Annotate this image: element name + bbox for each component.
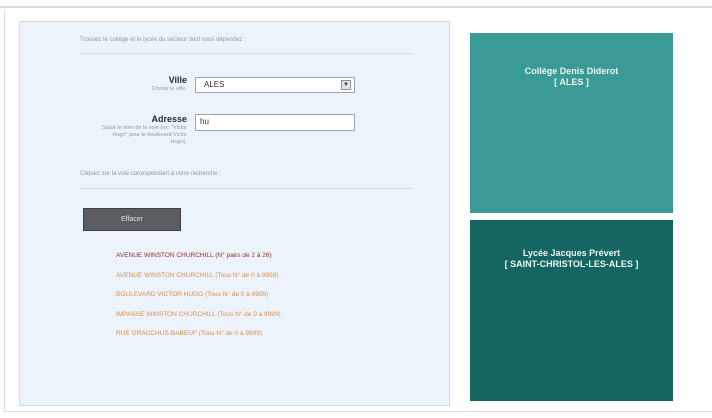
adresse-input[interactable]: hu bbox=[195, 114, 355, 131]
lycee-card: Lycée Jacques Prévert [ SAINT-CHRISTOL-L… bbox=[470, 220, 673, 401]
college-card: Collège Denis Diderot [ ALES ] bbox=[470, 33, 673, 213]
college-name: Collège Denis Diderot bbox=[524, 66, 619, 76]
separator bbox=[80, 188, 413, 189]
college-city: [ ALES ] bbox=[554, 77, 589, 87]
adresse-label-group: Adresse Saisir le nom de la voie (ex: "V… bbox=[97, 114, 187, 146]
adresse-sub-label: Saisir le nom de la voie (ex: "Victor Hu… bbox=[102, 125, 187, 145]
ville-selected-value: ALES bbox=[204, 80, 225, 89]
adresse-label: Adresse bbox=[151, 114, 187, 124]
ville-label-group: Ville Choisir la ville. bbox=[152, 75, 187, 93]
lycee-city: [ SAINT-CHRISTOL-LES-ALES ] bbox=[504, 259, 639, 269]
ville-sub-label: Choisir la ville. bbox=[151, 86, 187, 92]
separator bbox=[80, 53, 413, 54]
dropdown-arrow-icon[interactable]: ▼ bbox=[341, 80, 351, 90]
ville-label: Ville bbox=[168, 75, 187, 85]
result-item[interactable]: IMPASSE WINSTON CHURCHILL (Tous N° de 0 … bbox=[116, 311, 281, 318]
top-border bbox=[0, 0, 712, 8]
result-item[interactable]: BOULEVARD VICTOR HUGO (Tous N° de 0 à 99… bbox=[116, 291, 281, 298]
lycee-name: Lycée Jacques Prévert bbox=[522, 248, 621, 258]
adresse-input-value: hu bbox=[200, 117, 209, 126]
intro-text: Trouvez le collège et le lycée du secteu… bbox=[80, 37, 246, 43]
ville-select[interactable]: ALES ▼ bbox=[195, 77, 355, 93]
clear-button[interactable]: Effacer bbox=[83, 208, 181, 231]
result-item[interactable]: RUE GRACCHUS-BABEUF (Tous N° de 0 à 9999… bbox=[116, 330, 281, 337]
search-panel: Trouvez le collège et le lycée du secteu… bbox=[19, 21, 450, 406]
results-list: AVENUE WINSTON CHURCHILL (N° pairs de 2 … bbox=[116, 252, 281, 350]
result-item[interactable]: AVENUE WINSTON CHURCHILL (Tous N° de 0 à… bbox=[116, 272, 281, 279]
result-item[interactable]: AVENUE WINSTON CHURCHILL (N° pairs de 2 … bbox=[116, 252, 281, 259]
hint-text: Cliquez sur la voie correspondant à votr… bbox=[80, 171, 221, 177]
